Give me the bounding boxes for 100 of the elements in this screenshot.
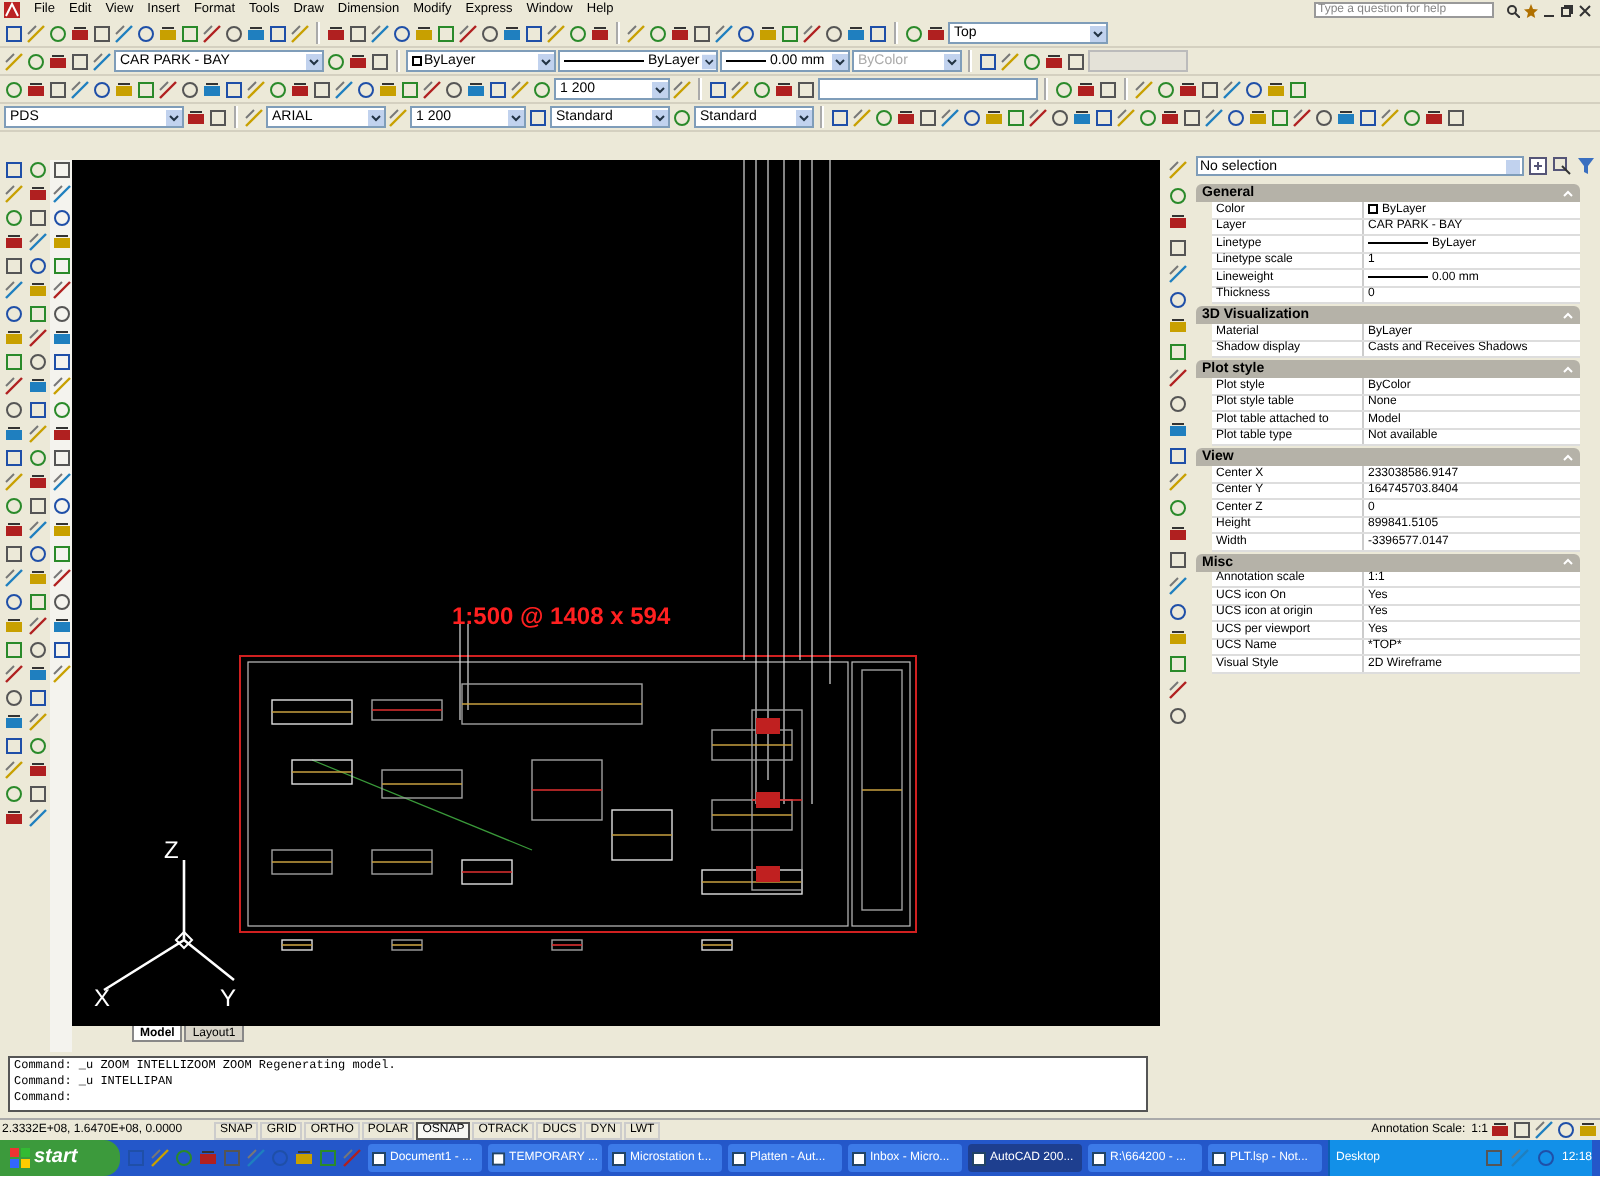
tool-icon[interactable]	[51, 328, 71, 348]
dropdown-arrow-icon[interactable]	[306, 53, 322, 69]
tool-icon[interactable]	[3, 808, 23, 828]
tool-icon[interactable]	[926, 23, 946, 43]
tool-icon[interactable]	[3, 664, 23, 684]
dropdown-arrow-icon[interactable]	[796, 109, 812, 125]
tool-icon[interactable]	[290, 79, 310, 99]
tool-icon[interactable]	[1424, 107, 1444, 127]
tool-icon[interactable]	[1512, 1120, 1532, 1140]
dropdown-arrow-icon[interactable]	[832, 53, 848, 69]
tool-icon[interactable]	[51, 280, 71, 300]
dropdown-arrow-icon[interactable]	[652, 109, 668, 125]
tool-icon[interactable]	[378, 79, 398, 99]
tool-icon[interactable]	[51, 616, 71, 636]
tool-icon[interactable]	[1168, 628, 1188, 648]
tool-icon[interactable]	[1446, 107, 1466, 127]
tool-icon[interactable]	[26, 79, 46, 99]
tool-icon[interactable]	[348, 51, 368, 71]
start-button[interactable]: start	[0, 1140, 120, 1176]
tool-icon[interactable]	[268, 23, 288, 43]
tool-icon[interactable]	[962, 107, 982, 127]
tool-icon[interactable]	[27, 664, 47, 684]
tool-icon[interactable]	[1028, 107, 1048, 127]
tool-icon[interactable]	[3, 424, 23, 444]
tool-icon[interactable]	[158, 79, 178, 99]
tool-icon[interactable]	[1168, 212, 1188, 232]
tool-icon[interactable]	[1168, 394, 1188, 414]
tool-icon[interactable]	[1168, 420, 1188, 440]
tool-icon[interactable]	[1168, 602, 1188, 622]
tool-icon[interactable]	[3, 376, 23, 396]
tool-icon[interactable]	[3, 712, 23, 732]
tool-icon[interactable]	[51, 424, 71, 444]
tool-icon[interactable]	[27, 376, 47, 396]
tool-icon[interactable]	[1178, 79, 1198, 99]
tool-icon[interactable]	[1168, 316, 1188, 336]
tool-icon[interactable]	[3, 232, 23, 252]
tool-icon[interactable]	[70, 23, 90, 43]
tool-icon[interactable]	[896, 107, 916, 127]
tool-icon[interactable]	[1072, 107, 1092, 127]
tool-icon[interactable]	[502, 23, 522, 43]
tool-icon[interactable]	[136, 23, 156, 43]
tool-icon[interactable]	[846, 23, 866, 43]
tool-icon[interactable]	[1044, 51, 1064, 71]
filter-icon[interactable]	[1576, 156, 1596, 176]
tool-icon[interactable]	[1076, 79, 1096, 99]
tool-icon[interactable]	[1578, 1120, 1598, 1140]
search-icon[interactable]	[1506, 3, 1520, 17]
tool-icon[interactable]	[1168, 290, 1188, 310]
tool-icon[interactable]	[458, 23, 478, 43]
dropdown-arrow-icon[interactable]	[538, 53, 554, 69]
tool-icon[interactable]	[1292, 107, 1312, 127]
tool-icon[interactable]	[692, 23, 712, 43]
tool-icon[interactable]	[114, 79, 134, 99]
tool-icon[interactable]	[3, 328, 23, 348]
tool-icon[interactable]	[1556, 1120, 1576, 1140]
app-logo-icon[interactable]	[4, 2, 20, 18]
tool-icon[interactable]	[774, 79, 794, 99]
select-objects-icon[interactable]	[1528, 156, 1548, 176]
tool-icon[interactable]	[1168, 680, 1188, 700]
tool-icon[interactable]	[48, 51, 68, 71]
tool-icon[interactable]	[326, 23, 346, 43]
tool-icon[interactable]	[1168, 368, 1188, 388]
close-icon[interactable]	[1578, 3, 1592, 17]
tool-icon[interactable]	[444, 79, 464, 99]
tool-icon[interactable]	[422, 79, 442, 99]
tool-icon[interactable]	[802, 23, 822, 43]
tool-icon[interactable]	[3, 616, 23, 636]
drawing-canvas[interactable]: 1:500 @ 1408 x 594 Z X Y	[72, 160, 1160, 1026]
tool-icon[interactable]	[1248, 107, 1268, 127]
dropdown-arrow-icon[interactable]	[944, 53, 960, 69]
tool-icon[interactable]	[27, 328, 47, 348]
tool-icon[interactable]	[27, 760, 47, 780]
tool-icon[interactable]	[224, 23, 244, 43]
dropdown-arrow-icon[interactable]	[368, 109, 384, 125]
dropdown-arrow-icon[interactable]	[508, 109, 524, 125]
tool-icon[interactable]	[1168, 524, 1188, 544]
tool-icon[interactable]	[246, 23, 266, 43]
tool-icon[interactable]	[670, 23, 690, 43]
tool-icon[interactable]	[3, 520, 23, 540]
tool-icon[interactable]	[1336, 107, 1356, 127]
tool-icon[interactable]	[27, 472, 47, 492]
tool-icon[interactable]	[51, 232, 71, 252]
tool-icon[interactable]	[480, 23, 500, 43]
dropdown-arrow-icon[interactable]	[701, 53, 716, 69]
star-icon[interactable]	[1524, 3, 1538, 17]
tool-icon[interactable]	[27, 616, 47, 636]
tool-icon[interactable]	[758, 23, 778, 43]
dropdown-arrow-icon[interactable]	[1090, 25, 1106, 41]
tool-icon[interactable]	[1168, 550, 1188, 570]
tool-icon[interactable]	[1358, 107, 1378, 127]
tool-icon[interactable]	[824, 23, 844, 43]
tool-icon[interactable]	[1490, 1120, 1510, 1140]
tool-icon[interactable]	[1160, 107, 1180, 127]
tool-icon[interactable]	[202, 79, 222, 99]
tool-icon[interactable]	[158, 23, 178, 43]
tool-icon[interactable]	[414, 23, 434, 43]
tool-icon[interactable]	[524, 23, 544, 43]
tool-icon[interactable]	[984, 107, 1004, 127]
tool-icon[interactable]	[186, 107, 206, 127]
tool-icon[interactable]	[1168, 706, 1188, 726]
